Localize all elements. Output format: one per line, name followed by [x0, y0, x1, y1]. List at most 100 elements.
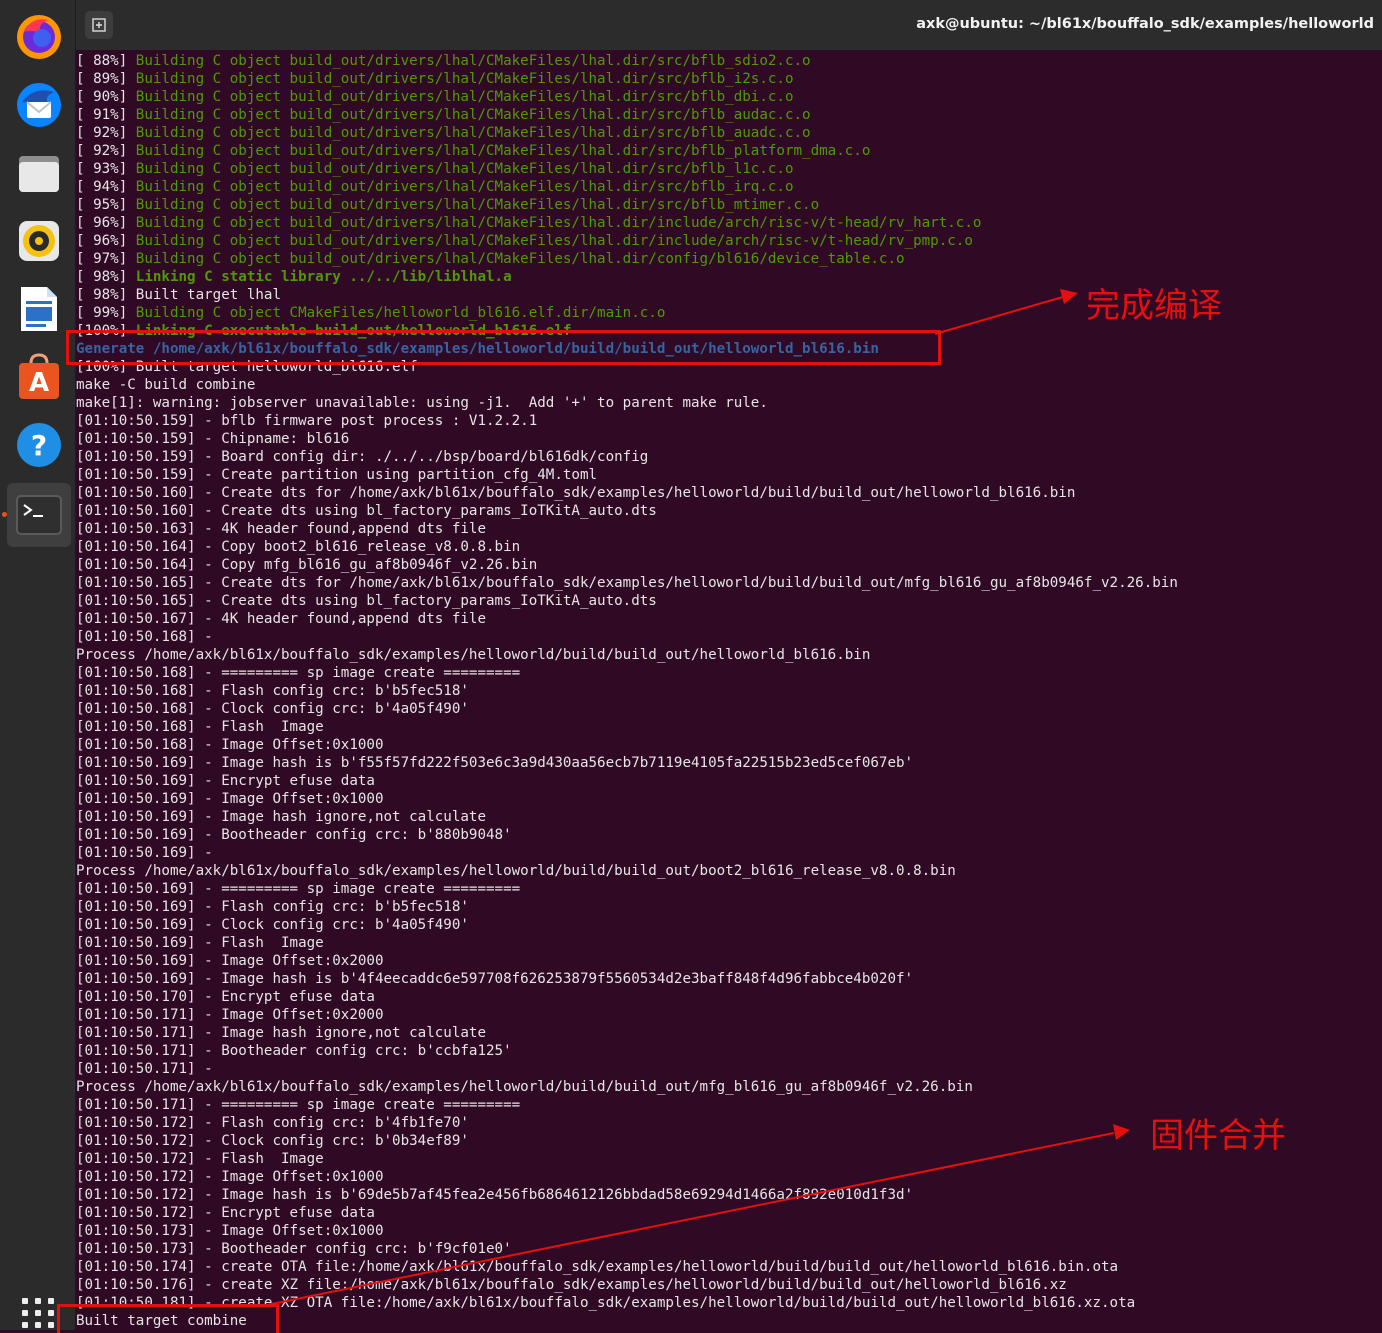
progress-prefix: [ 99%] [76, 305, 136, 321]
terminal-line: [ 92%] Building C object build_out/drive… [76, 142, 1382, 160]
line-text: Building C object build_out/drivers/lhal… [135, 143, 871, 159]
terminal-line: [01:10:50.164] - Copy mfg_bl616_gu_af8b0… [76, 556, 1382, 574]
line-text: [01:10:50.169] - Flash config crc: b'b5f… [76, 899, 469, 915]
line-text: [01:10:50.171] - Image hash ignore,not c… [76, 1025, 486, 1041]
firefox-icon[interactable] [7, 5, 71, 69]
line-text: Process /home/axk/bl61x/bouffalo_sdk/exa… [76, 863, 956, 879]
line-text: [01:10:50.164] - Copy mfg_bl616_gu_af8b0… [76, 557, 538, 573]
rhythmbox-icon[interactable] [7, 209, 71, 273]
line-text: [01:10:50.172] - Flash config crc: b'4fb… [76, 1115, 469, 1131]
terminal-line: [ 95%] Building C object build_out/drive… [76, 196, 1382, 214]
line-text: [01:10:50.168] - Clock config crc: b'4a0… [76, 701, 469, 717]
line-text: [01:10:50.160] - Create dts for /home/ax… [76, 485, 1076, 501]
line-text: [01:10:50.170] - Encrypt efuse data [76, 989, 375, 1005]
terminal-line: [01:10:50.167] - 4K header found,append … [76, 610, 1382, 628]
line-text: [01:10:50.169] - ========= sp image crea… [76, 881, 521, 897]
terminal-line: [01:10:50.159] - bflb firmware post proc… [76, 412, 1382, 430]
terminal-line: [01:10:50.169] - Image hash is b'4f4eeca… [76, 970, 1382, 988]
window-titlebar[interactable]: axk@ubuntu: ~/bl61x/bouffalo_sdk/example… [76, 0, 1382, 50]
line-text: [01:10:50.169] - Flash Image [76, 935, 324, 951]
line-text: [01:10:50.171] - Image Offset:0x2000 [76, 1007, 384, 1023]
line-text: [01:10:50.171] - Bootheader config crc: … [76, 1043, 512, 1059]
progress-prefix: [ 98%] [76, 287, 136, 303]
line-text: [01:10:50.176] - create XZ file:/home/ax… [76, 1277, 1067, 1293]
terminal-line: [ 93%] Building C object build_out/drive… [76, 160, 1382, 178]
terminal-line: [01:10:50.168] - Clock config crc: b'4a0… [76, 700, 1382, 718]
terminal-line: [ 90%] Building C object build_out/drive… [76, 88, 1382, 106]
line-text: [01:10:50.169] - Image hash is b'4f4eeca… [76, 971, 914, 987]
terminal-icon[interactable] [7, 483, 71, 547]
annotation-firmware-merge: 固件合并 [1150, 1116, 1286, 1156]
thunderbird-icon[interactable] [7, 73, 71, 137]
terminal-line: [01:10:50.168] - Flash Image [76, 718, 1382, 736]
terminal-line: [ 89%] Building C object build_out/drive… [76, 70, 1382, 88]
line-text: [01:10:50.172] - Clock config crc: b'0b3… [76, 1133, 469, 1149]
progress-prefix: [ 90%] [76, 89, 136, 105]
line-text: [01:10:50.167] - 4K header found,append … [76, 611, 486, 627]
line-text: Building C object build_out/drivers/lhal… [135, 161, 794, 177]
line-text: [01:10:50.172] - Flash Image [76, 1151, 324, 1167]
terminal-line: [01:10:50.169] - Bootheader config crc: … [76, 826, 1382, 844]
terminal-line: [ 97%] Building C object build_out/drive… [76, 250, 1382, 268]
line-text: [01:10:50.159] - Chipname: bl616 [76, 431, 350, 447]
line-text: [01:10:50.171] - ========= sp image crea… [76, 1097, 521, 1113]
line-text: make[1]: warning: jobserver unavailable:… [76, 395, 768, 411]
line-text: [01:10:50.174] - create OTA file:/home/a… [76, 1259, 1119, 1275]
dock: A ? [0, 0, 76, 1330]
progress-prefix: [ 94%] [76, 179, 136, 195]
terminal-line: [01:10:50.173] - Bootheader config crc: … [76, 1240, 1382, 1258]
line-text: [01:10:50.169] - Bootheader config crc: … [76, 827, 512, 843]
progress-prefix: [ 88%] [76, 53, 136, 69]
terminal-line: make[1]: warning: jobserver unavailable:… [76, 394, 1382, 412]
terminal-line: [01:10:50.160] - Create dts using bl_fac… [76, 502, 1382, 520]
progress-prefix: [ 95%] [76, 197, 136, 213]
progress-prefix: [ 93%] [76, 161, 136, 177]
line-text: [01:10:50.173] - Image Offset:0x1000 [76, 1223, 384, 1239]
line-text: [01:10:50.160] - Create dts using bl_fac… [76, 503, 657, 519]
terminal-line: [01:10:50.171] - Image hash ignore,not c… [76, 1024, 1382, 1042]
terminal-line: [01:10:50.169] - Clock config crc: b'4a0… [76, 916, 1382, 934]
line-text: [01:10:50.168] - ========= sp image crea… [76, 665, 521, 681]
line-text: [01:10:50.165] - Create dts using bl_fac… [76, 593, 657, 609]
line-text: [01:10:50.172] - Encrypt efuse data [76, 1205, 375, 1221]
show-applications-icon[interactable] [22, 1298, 56, 1330]
line-text: Building C object CMakeFiles/helloworld_… [135, 305, 666, 321]
line-text: [01:10:50.165] - Create dts for /home/ax… [76, 575, 1178, 591]
ubuntu-software-icon[interactable]: A [7, 345, 71, 409]
terminal-line: [01:10:50.159] - Chipname: bl616 [76, 430, 1382, 448]
help-icon[interactable]: ? [7, 413, 71, 477]
highlight-box-built-combine [57, 1304, 279, 1333]
terminal-line: [ 91%] Building C object build_out/drive… [76, 106, 1382, 124]
terminal-line: Process /home/axk/bl61x/bouffalo_sdk/exa… [76, 646, 1382, 664]
terminal-line: [01:10:50.168] - ========= sp image crea… [76, 664, 1382, 682]
line-text: [01:10:50.168] - Flash config crc: b'b5f… [76, 683, 469, 699]
terminal-line: [01:10:50.169] - Image hash is b'f55f57f… [76, 754, 1382, 772]
annotation-compile-done: 完成编译 [1086, 286, 1222, 326]
terminal-line: [01:10:50.169] - Image Offset:0x2000 [76, 952, 1382, 970]
line-text: [01:10:50.164] - Copy boot2_bl616_releas… [76, 539, 521, 555]
libreoffice-writer-icon[interactable] [7, 277, 71, 341]
terminal-line: [01:10:50.174] - create OTA file:/home/a… [76, 1258, 1382, 1276]
active-app-indicator [2, 512, 7, 517]
terminal-line: [01:10:50.171] - [76, 1060, 1382, 1078]
progress-prefix: [ 98%] [76, 269, 136, 285]
line-text: Building C object build_out/drivers/lhal… [135, 107, 811, 123]
terminal-line: [01:10:50.176] - create XZ file:/home/ax… [76, 1276, 1382, 1294]
progress-prefix: [ 96%] [76, 233, 136, 249]
line-text: [01:10:50.159] - bflb firmware post proc… [76, 413, 538, 429]
progress-prefix: [ 91%] [76, 107, 136, 123]
terminal-line: [01:10:50.163] - 4K header found,append … [76, 520, 1382, 538]
terminal-line: [01:10:50.173] - Image Offset:0x1000 [76, 1222, 1382, 1240]
line-text: Building C object build_out/drivers/lhal… [135, 179, 794, 195]
line-text: Building C object build_out/drivers/lhal… [135, 251, 905, 267]
line-text: [01:10:50.169] - Image hash is b'f55f57f… [76, 755, 914, 771]
terminal-line: [01:10:50.168] - Flash config crc: b'b5f… [76, 682, 1382, 700]
files-icon[interactable] [7, 141, 71, 205]
terminal-line: [01:10:50.171] - Image Offset:0x2000 [76, 1006, 1382, 1024]
new-tab-button[interactable] [85, 11, 113, 39]
line-text: Process /home/axk/bl61x/bouffalo_sdk/exa… [76, 647, 871, 663]
terminal-line: [ 94%] Building C object build_out/drive… [76, 178, 1382, 196]
svg-text:A: A [29, 368, 49, 398]
line-text: Process /home/axk/bl61x/bouffalo_sdk/exa… [76, 1079, 973, 1095]
terminal-line: [01:10:50.169] - [76, 844, 1382, 862]
